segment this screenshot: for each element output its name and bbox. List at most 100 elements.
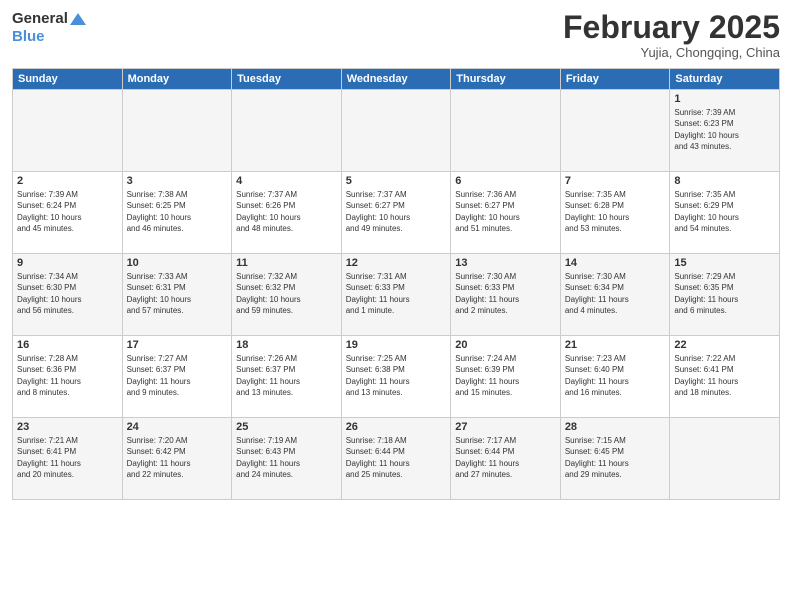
cell-1-0: 2Sunrise: 7:39 AM Sunset: 6:24 PM Daylig… xyxy=(13,172,123,254)
day-info-3-1: Sunrise: 7:27 AM Sunset: 6:37 PM Dayligh… xyxy=(127,353,228,398)
day-num-2-0: 9 xyxy=(17,257,118,269)
day-info-3-2: Sunrise: 7:26 AM Sunset: 6:37 PM Dayligh… xyxy=(236,353,337,398)
day-num-1-4: 6 xyxy=(455,175,556,187)
day-num-2-1: 10 xyxy=(127,257,228,269)
header-wednesday: Wednesday xyxy=(341,69,451,90)
day-num-3-5: 21 xyxy=(565,339,666,351)
day-info-3-6: Sunrise: 7:22 AM Sunset: 6:41 PM Dayligh… xyxy=(674,353,775,398)
header-tuesday: Tuesday xyxy=(232,69,342,90)
day-info-4-2: Sunrise: 7:19 AM Sunset: 6:43 PM Dayligh… xyxy=(236,435,337,480)
day-num-4-0: 23 xyxy=(17,421,118,433)
cell-2-0: 9 Sunrise: 7:34 AM Sunset: 6:30 PM Daylig… xyxy=(13,254,123,336)
cell-4-4: 27 Sunrise: 7:17 AM Sunset: 6:44 PM Dayli… xyxy=(451,418,561,500)
week-row-2: 9 Sunrise: 7:34 AM Sunset: 6:30 PM Daylig… xyxy=(13,254,780,336)
day-num-2-6: 15 xyxy=(674,257,775,269)
cell-1-3: 5 Sunrise: 7:37 AM Sunset: 6:27 PM Daylig… xyxy=(341,172,451,254)
weekday-header-row: Sunday Monday Tuesday Wednesday Thursday… xyxy=(13,69,780,90)
title-block: February 2025 Yujia, Chongqing, China xyxy=(563,10,780,60)
day-info-1-1: Sunrise: 7:38 AM Sunset: 6:25 PM Dayligh… xyxy=(127,189,228,234)
day-info-4-4: Sunrise: 7:17 AM Sunset: 6:44 PM Dayligh… xyxy=(455,435,556,480)
cell-4-1: 24 Sunrise: 7:20 AM Sunset: 6:42 PM Dayli… xyxy=(122,418,232,500)
day-info-1-6: Sunrise: 7:35 AM Sunset: 6:29 PM Dayligh… xyxy=(674,189,775,234)
cell-2-5: 14 Sunrise: 7:30 AM Sunset: 6:34 PM Dayli… xyxy=(560,254,670,336)
cell-0-3 xyxy=(341,90,451,172)
day-info-2-0: Sunrise: 7:34 AM Sunset: 6:30 PM Dayligh… xyxy=(17,271,118,316)
day-num-1-1: 3 xyxy=(127,175,228,187)
day-info-2-5: Sunrise: 7:30 AM Sunset: 6:34 PM Dayligh… xyxy=(565,271,666,316)
day-info-3-3: Sunrise: 7:25 AM Sunset: 6:38 PM Dayligh… xyxy=(346,353,447,398)
day-num-4-2: 25 xyxy=(236,421,337,433)
day-info-4-0: Sunrise: 7:21 AM Sunset: 6:41 PM Dayligh… xyxy=(17,435,118,480)
day-num-2-3: 12 xyxy=(346,257,447,269)
cell-2-4: 13Sunrise: 7:30 AM Sunset: 6:33 PM Dayli… xyxy=(451,254,561,336)
day-num-2-4: 13 xyxy=(455,257,556,269)
cell-3-6: 22 Sunrise: 7:22 AM Sunset: 6:41 PM Dayli… xyxy=(670,336,780,418)
day-info-4-5: Sunrise: 7:15 AM Sunset: 6:45 PM Dayligh… xyxy=(565,435,666,480)
day-num-4-3: 26 xyxy=(346,421,447,433)
day-num-3-3: 19 xyxy=(346,339,447,351)
day-num-4-5: 28 xyxy=(565,421,666,433)
cell-3-1: 17 Sunrise: 7:27 AM Sunset: 6:37 PM Dayli… xyxy=(122,336,232,418)
cell-4-6 xyxy=(670,418,780,500)
location: Yujia, Chongqing, China xyxy=(563,45,780,60)
header-saturday: Saturday xyxy=(670,69,780,90)
cell-3-2: 18 Sunrise: 7:26 AM Sunset: 6:37 PM Dayli… xyxy=(232,336,342,418)
page: General Blue February 2025 Yujia, Chongq… xyxy=(0,0,792,612)
logo-text: General Blue xyxy=(12,10,86,46)
day-num-2-2: 11 xyxy=(236,257,337,269)
cell-2-3: 12 Sunrise: 7:31 AM Sunset: 6:33 PM Dayli… xyxy=(341,254,451,336)
week-row-4: 23 Sunrise: 7:21 AM Sunset: 6:41 PM Dayli… xyxy=(13,418,780,500)
cell-4-5: 28 Sunrise: 7:15 AM Sunset: 6:45 PM Dayli… xyxy=(560,418,670,500)
day-num-4-4: 27 xyxy=(455,421,556,433)
day-num-3-6: 22 xyxy=(674,339,775,351)
day-info-1-5: Sunrise: 7:35 AM Sunset: 6:28 PM Dayligh… xyxy=(565,189,666,234)
cell-4-0: 23 Sunrise: 7:21 AM Sunset: 6:41 PM Dayli… xyxy=(13,418,123,500)
cell-2-2: 11Sunrise: 7:32 AM Sunset: 6:32 PM Dayli… xyxy=(232,254,342,336)
day-info-1-2: Sunrise: 7:37 AM Sunset: 6:26 PM Dayligh… xyxy=(236,189,337,234)
cell-1-2: 4 Sunrise: 7:37 AM Sunset: 6:26 PM Daylig… xyxy=(232,172,342,254)
day-num-2-5: 14 xyxy=(565,257,666,269)
calendar: Sunday Monday Tuesday Wednesday Thursday… xyxy=(12,68,780,500)
cell-0-6: 1Sunrise: 7:39 AM Sunset: 6:23 PM Daylig… xyxy=(670,90,780,172)
day-info-1-0: Sunrise: 7:39 AM Sunset: 6:24 PM Dayligh… xyxy=(17,189,118,234)
cell-3-4: 20 Sunrise: 7:24 AM Sunset: 6:39 PM Dayli… xyxy=(451,336,561,418)
cell-1-6: 8 Sunrise: 7:35 AM Sunset: 6:29 PM Daylig… xyxy=(670,172,780,254)
day-info-1-4: Sunrise: 7:36 AM Sunset: 6:27 PM Dayligh… xyxy=(455,189,556,234)
day-info-4-3: Sunrise: 7:18 AM Sunset: 6:44 PM Dayligh… xyxy=(346,435,447,480)
day-num-3-0: 16 xyxy=(17,339,118,351)
cell-2-1: 10Sunrise: 7:33 AM Sunset: 6:31 PM Dayli… xyxy=(122,254,232,336)
cell-1-5: 7 Sunrise: 7:35 AM Sunset: 6:28 PM Daylig… xyxy=(560,172,670,254)
day-info-4-1: Sunrise: 7:20 AM Sunset: 6:42 PM Dayligh… xyxy=(127,435,228,480)
cell-4-2: 25 Sunrise: 7:19 AM Sunset: 6:43 PM Dayli… xyxy=(232,418,342,500)
cell-0-4 xyxy=(451,90,561,172)
month-title: February 2025 xyxy=(563,10,780,45)
day-info-2-3: Sunrise: 7:31 AM Sunset: 6:33 PM Dayligh… xyxy=(346,271,447,316)
day-num-3-2: 18 xyxy=(236,339,337,351)
day-info-2-6: Sunrise: 7:29 AM Sunset: 6:35 PM Dayligh… xyxy=(674,271,775,316)
cell-1-4: 6 Sunrise: 7:36 AM Sunset: 6:27 PM Daylig… xyxy=(451,172,561,254)
day-info-1-3: Sunrise: 7:37 AM Sunset: 6:27 PM Dayligh… xyxy=(346,189,447,234)
day-num-1-3: 5 xyxy=(346,175,447,187)
day-info-3-0: Sunrise: 7:28 AM Sunset: 6:36 PM Dayligh… xyxy=(17,353,118,398)
week-row-3: 16 Sunrise: 7:28 AM Sunset: 6:36 PM Dayli… xyxy=(13,336,780,418)
cell-0-0 xyxy=(13,90,123,172)
cell-3-3: 19 Sunrise: 7:25 AM Sunset: 6:38 PM Dayli… xyxy=(341,336,451,418)
header-thursday: Thursday xyxy=(451,69,561,90)
logo-icon xyxy=(70,13,86,25)
day-info-3-5: Sunrise: 7:23 AM Sunset: 6:40 PM Dayligh… xyxy=(565,353,666,398)
header-friday: Friday xyxy=(560,69,670,90)
week-row-1: 2Sunrise: 7:39 AM Sunset: 6:24 PM Daylig… xyxy=(13,172,780,254)
week-row-0: 1Sunrise: 7:39 AM Sunset: 6:23 PM Daylig… xyxy=(13,90,780,172)
header-monday: Monday xyxy=(122,69,232,90)
day-num-3-1: 17 xyxy=(127,339,228,351)
day-info-3-4: Sunrise: 7:24 AM Sunset: 6:39 PM Dayligh… xyxy=(455,353,556,398)
header: General Blue February 2025 Yujia, Chongq… xyxy=(12,10,780,60)
day-num-3-4: 20 xyxy=(455,339,556,351)
cell-0-1 xyxy=(122,90,232,172)
day-num-1-6: 8 xyxy=(674,175,775,187)
cell-2-6: 15 Sunrise: 7:29 AM Sunset: 6:35 PM Dayli… xyxy=(670,254,780,336)
cell-4-3: 26 Sunrise: 7:18 AM Sunset: 6:44 PM Dayli… xyxy=(341,418,451,500)
day-num-1-2: 4 xyxy=(236,175,337,187)
day-num-4-1: 24 xyxy=(127,421,228,433)
day-num-1-5: 7 xyxy=(565,175,666,187)
